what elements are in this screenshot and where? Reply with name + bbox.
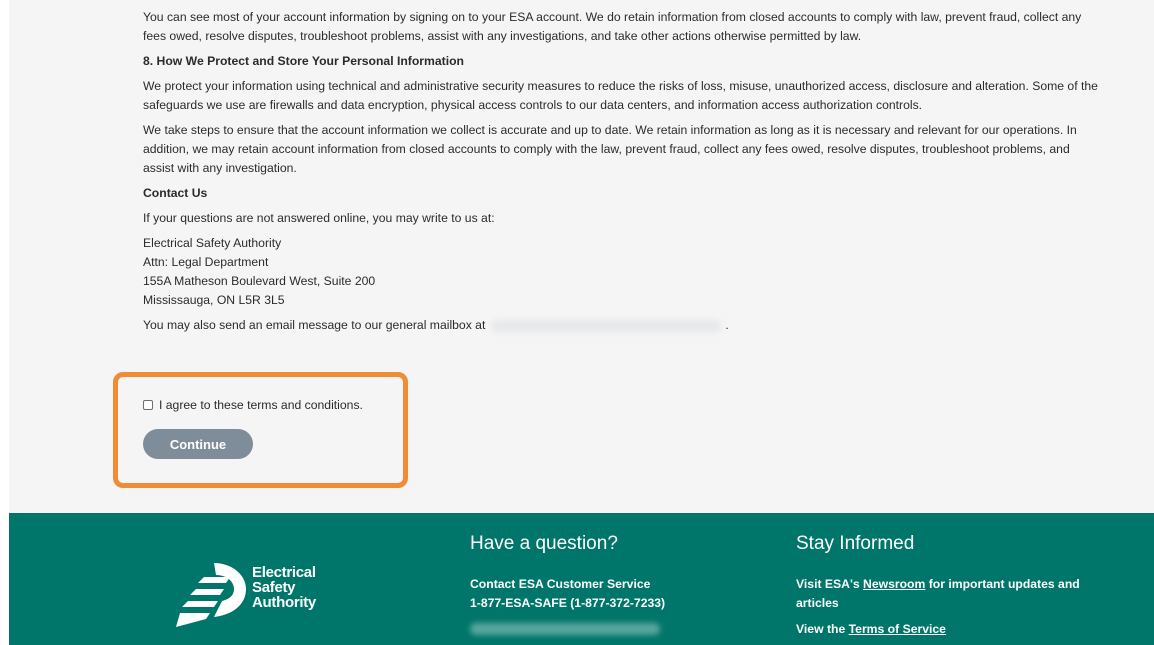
section-8-paragraph-1: We protect your information using techni…	[143, 79, 1098, 112]
address-line: Attn: Legal Department	[143, 255, 269, 269]
terms-line: View the Terms of Service	[796, 620, 1096, 639]
view-prefix: View the	[796, 622, 846, 636]
question-heading: Have a question?	[470, 533, 618, 554]
logo-line: Safety	[252, 579, 296, 596]
visit-suffix-2: articles	[796, 596, 839, 610]
page: You can see most of your account informa…	[9, 0, 1154, 645]
visit-prefix: Visit ESA's	[796, 577, 860, 591]
terms-content: You can see most of your account informa…	[143, 8, 1103, 341]
footer: Electrical Safety Authority Have a quest…	[9, 513, 1154, 645]
continue-button[interactable]: Continue	[143, 429, 253, 459]
informed-heading: Stay Informed	[796, 533, 915, 554]
newsroom-line: Visit ESA's Newsroom for important updat…	[796, 575, 1096, 594]
logo-text: Electrical Safety Authority	[252, 565, 316, 610]
redacted-email-link[interactable]	[491, 319, 722, 332]
section-8-paragraph-2: We take steps to ensure that the account…	[143, 123, 1077, 175]
address-line: Mississauga, ON L5R 3L5	[143, 293, 285, 307]
intro-paragraph: You can see most of your account informa…	[143, 10, 1082, 43]
agree-label[interactable]: I agree to these terms and conditions.	[159, 398, 363, 412]
footer-informed-column: Stay Informed Visit ESA's Newsroom for i…	[796, 533, 1096, 639]
esa-logo-icon	[176, 563, 246, 627]
visit-suffix: for important updates and	[928, 577, 1080, 591]
logo-line: Electrical	[252, 564, 316, 581]
logo-line: Authority	[252, 594, 316, 611]
address-line: Electrical Safety Authority	[143, 236, 282, 250]
mailing-address: Electrical Safety Authority Attn: Legal …	[143, 234, 1103, 310]
section-8-heading: 8. How We Protect and Store Your Persona…	[143, 54, 464, 68]
agree-checkbox[interactable]	[143, 400, 153, 410]
email-paragraph: You may also send an email message to ou…	[143, 316, 1103, 335]
footer-question-column: Have a question? Contact ESA Customer Se…	[470, 533, 665, 613]
contact-heading: Contact Us	[143, 186, 208, 200]
esa-logo[interactable]: Electrical Safety Authority	[174, 557, 334, 635]
contact-phone[interactable]: 1-877-ESA-SAFE (1-877-372-7233)	[470, 594, 665, 613]
email-prefix: You may also send an email message to ou…	[143, 318, 486, 332]
agree-checkbox-row[interactable]: I agree to these terms and conditions.	[143, 398, 363, 412]
contact-intro: If your questions are not answered onlin…	[143, 211, 495, 225]
redacted-footer-email[interactable]	[470, 623, 660, 635]
newsroom-link[interactable]: Newsroom	[863, 577, 925, 591]
terms-of-service-link[interactable]: Terms of Service	[849, 622, 946, 636]
email-suffix: .	[725, 318, 729, 332]
address-line: 155A Matheson Boulevard West, Suite 200	[143, 274, 376, 288]
contact-label: Contact ESA Customer Service	[470, 577, 651, 591]
